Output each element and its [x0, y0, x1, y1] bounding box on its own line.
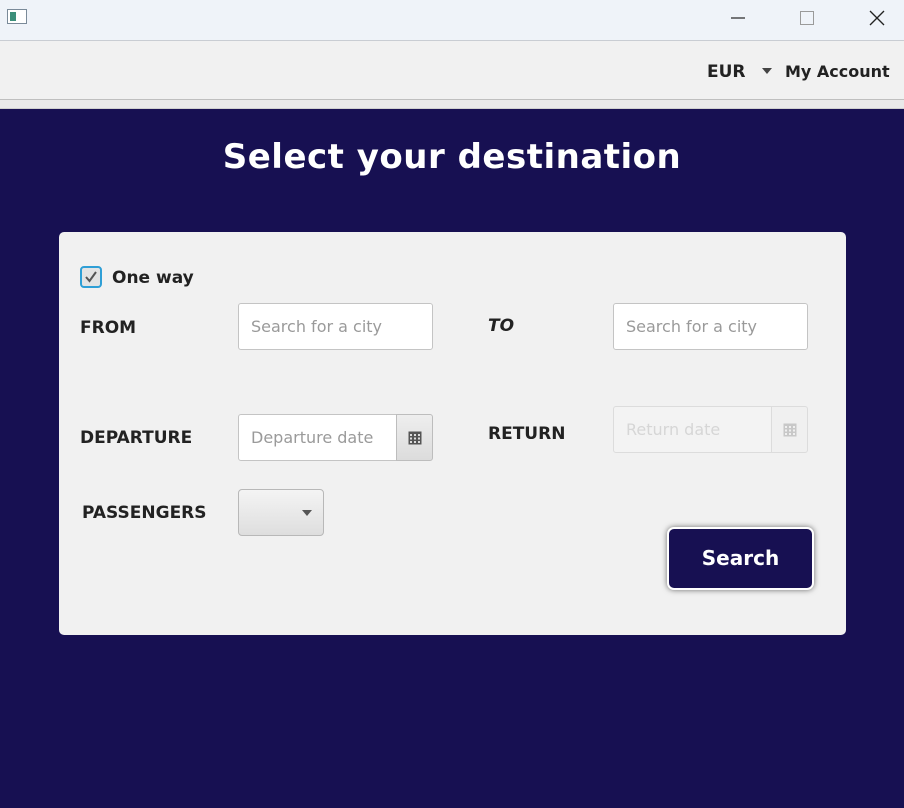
return-date-picker-button — [771, 406, 808, 453]
maximize-button[interactable] — [784, 0, 830, 36]
calendar-icon — [408, 431, 422, 445]
close-icon — [869, 10, 885, 26]
close-button[interactable] — [854, 0, 900, 36]
currency-selector[interactable]: EUR — [707, 62, 746, 82]
to-label: TO — [488, 316, 515, 336]
return-date-input — [613, 406, 772, 453]
my-account-link[interactable]: My Account — [785, 62, 890, 81]
one-way-label: One way — [112, 268, 194, 288]
from-city-input[interactable] — [238, 303, 433, 350]
departure-date-input[interactable] — [238, 414, 397, 461]
return-label: RETURN — [488, 424, 566, 444]
one-way-checkbox[interactable] — [80, 266, 102, 288]
departure-label: DEPARTURE — [80, 428, 193, 448]
passengers-label: PASSENGERS — [82, 503, 207, 523]
page-title: Select your destination — [222, 137, 682, 177]
app-icon — [7, 9, 27, 24]
chevron-down-icon — [302, 510, 312, 516]
checkmark-icon — [85, 271, 97, 283]
maximize-icon — [800, 11, 814, 25]
calendar-icon — [783, 423, 797, 437]
chevron-down-icon[interactable] — [762, 68, 772, 74]
menu-divider — [0, 100, 904, 109]
minimize-icon — [731, 17, 745, 19]
window-titlebar — [0, 0, 904, 41]
to-city-input[interactable] — [613, 303, 808, 350]
departure-date-picker-button[interactable] — [396, 414, 433, 461]
minimize-button[interactable] — [715, 0, 761, 36]
from-label: FROM — [80, 318, 137, 338]
passengers-dropdown[interactable] — [238, 489, 324, 536]
menu-bar: EUR My Account — [0, 41, 904, 100]
search-button[interactable]: Search — [667, 527, 814, 590]
